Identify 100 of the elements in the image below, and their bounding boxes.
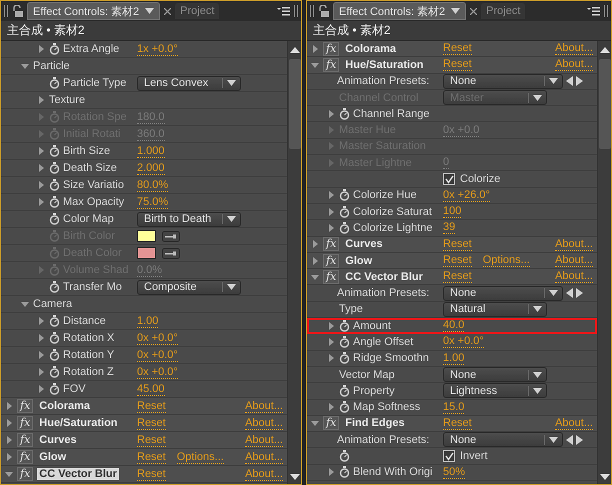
stopwatch-icon[interactable] xyxy=(49,196,60,208)
stopwatch-icon[interactable] xyxy=(49,281,60,293)
value-field[interactable]: 100 xyxy=(443,205,462,218)
checkbox[interactable] xyxy=(443,450,455,462)
collapse-triangle-icon[interactable] xyxy=(5,470,13,478)
panel-tab[interactable]: Project xyxy=(175,3,220,19)
value-field[interactable]: 80.0% xyxy=(137,178,168,192)
reset-link[interactable]: Reset xyxy=(443,270,472,284)
expand-triangle-icon[interactable] xyxy=(37,334,45,342)
scrollbar-thumb[interactable] xyxy=(288,59,300,149)
reset-link[interactable]: Reset xyxy=(443,58,472,72)
expand-triangle-icon[interactable] xyxy=(327,322,335,330)
stopwatch-icon[interactable] xyxy=(339,222,350,234)
value-field[interactable]: 15.0 xyxy=(443,400,464,414)
collapse-triangle-icon[interactable] xyxy=(311,272,319,281)
reset-link[interactable]: Reset xyxy=(443,254,472,267)
value-field[interactable]: 40.0 xyxy=(443,319,464,332)
stopwatch-icon[interactable] xyxy=(339,108,350,120)
dropdown[interactable]: None xyxy=(443,74,563,89)
stopwatch-icon[interactable] xyxy=(49,315,60,327)
stopwatch-icon[interactable] xyxy=(49,179,60,191)
stopwatch-icon[interactable] xyxy=(339,466,350,478)
value-field[interactable]: 75.0% xyxy=(137,196,168,208)
expand-triangle-icon[interactable] xyxy=(37,198,45,206)
stopwatch-icon[interactable] xyxy=(49,43,60,55)
previous-arrow-icon[interactable] xyxy=(566,76,573,86)
expand-triangle-icon[interactable] xyxy=(37,317,45,325)
stopwatch-icon[interactable] xyxy=(339,450,350,462)
value-field[interactable]: 50% xyxy=(443,466,466,479)
stopwatch-icon[interactable] xyxy=(339,320,350,332)
reset-link[interactable]: Reset xyxy=(443,42,472,56)
reset-link[interactable]: Reset xyxy=(137,450,166,464)
dropdown[interactable]: Composite xyxy=(137,280,241,294)
expand-triangle-icon[interactable] xyxy=(37,45,45,53)
grip-icon[interactable] xyxy=(294,5,298,17)
about-link[interactable]: About... xyxy=(555,42,593,56)
effect-name[interactable]: Colorama xyxy=(343,42,398,55)
reset-link[interactable]: Reset xyxy=(137,416,166,430)
expand-triangle-icon[interactable] xyxy=(5,402,13,410)
unlocked-padlock-icon[interactable] xyxy=(318,5,329,17)
about-link[interactable]: About... xyxy=(555,254,593,267)
stopwatch-icon[interactable] xyxy=(49,366,60,378)
next-arrow-icon[interactable] xyxy=(576,76,583,86)
menu-icon[interactable] xyxy=(277,6,290,16)
dropdown[interactable]: None xyxy=(443,432,563,448)
stopwatch-icon[interactable] xyxy=(49,349,60,361)
collapse-triangle-icon[interactable] xyxy=(21,300,29,308)
effect-name[interactable]: Find Edges xyxy=(343,417,407,430)
previous-arrow-icon[interactable] xyxy=(566,288,573,298)
expand-triangle-icon[interactable] xyxy=(5,436,13,444)
dropdown[interactable]: None xyxy=(443,286,563,301)
value-field[interactable]: 1.00 xyxy=(137,314,158,328)
value-field[interactable]: 1.000 xyxy=(137,144,165,158)
about-link[interactable]: About... xyxy=(245,400,283,412)
value-field[interactable]: 0x +0.0° xyxy=(137,366,178,378)
effect-name[interactable]: Curves xyxy=(343,238,385,250)
value-field[interactable]: 1.00 xyxy=(443,352,464,365)
expand-triangle-icon[interactable] xyxy=(327,338,335,346)
expand-triangle-icon[interactable] xyxy=(37,368,45,376)
stopwatch-icon[interactable] xyxy=(49,213,60,225)
options-link[interactable]: Options... xyxy=(482,254,530,267)
stopwatch-icon[interactable] xyxy=(49,145,60,157)
expand-triangle-icon[interactable] xyxy=(327,403,335,412)
expand-triangle-icon[interactable] xyxy=(37,351,45,359)
expand-triangle-icon[interactable] xyxy=(311,44,319,53)
expand-triangle-icon[interactable] xyxy=(37,164,45,172)
expand-triangle-icon[interactable] xyxy=(327,468,335,476)
reset-link[interactable]: Reset xyxy=(443,416,472,430)
expand-triangle-icon[interactable] xyxy=(37,385,45,393)
stopwatch-icon[interactable] xyxy=(49,77,60,89)
stopwatch-icon[interactable] xyxy=(339,206,350,218)
stopwatch-icon[interactable] xyxy=(339,384,350,397)
expand-triangle-icon[interactable] xyxy=(327,191,335,200)
value-field[interactable]: 45.00 xyxy=(137,382,165,396)
scroll-down-arrow-icon[interactable] xyxy=(290,474,300,480)
panel-tab[interactable]: Effect Controls: 素材2 xyxy=(27,2,160,20)
stopwatch-icon[interactable] xyxy=(49,162,60,174)
next-arrow-icon[interactable] xyxy=(576,434,583,445)
scroll-up-arrow-icon[interactable] xyxy=(600,47,610,53)
value-field[interactable]: 0x +26.0° xyxy=(443,188,490,202)
reset-link[interactable]: Reset xyxy=(137,434,166,446)
scroll-up-arrow-icon[interactable] xyxy=(290,47,300,53)
collapse-triangle-icon[interactable] xyxy=(311,419,319,428)
value-field[interactable]: 39 xyxy=(443,221,456,234)
expand-triangle-icon[interactable] xyxy=(327,224,335,232)
value-field[interactable]: 0x +0.0° xyxy=(137,348,178,362)
expand-triangle-icon[interactable] xyxy=(327,208,335,216)
stopwatch-icon[interactable] xyxy=(339,189,350,202)
value-field[interactable]: 2.000 xyxy=(137,162,165,174)
effect-name[interactable]: CC Vector Blur xyxy=(37,468,119,480)
close-icon[interactable] xyxy=(470,8,478,14)
about-link[interactable]: About... xyxy=(555,416,593,430)
checkbox[interactable] xyxy=(443,173,455,186)
about-link[interactable]: About... xyxy=(555,238,593,251)
effect-name[interactable]: Curves xyxy=(37,434,79,446)
expand-triangle-icon[interactable] xyxy=(37,181,45,189)
dropdown[interactable]: None xyxy=(443,367,547,382)
close-icon[interactable] xyxy=(164,8,172,14)
grip-icon[interactable] xyxy=(604,5,608,17)
expand-triangle-icon[interactable] xyxy=(37,96,45,104)
